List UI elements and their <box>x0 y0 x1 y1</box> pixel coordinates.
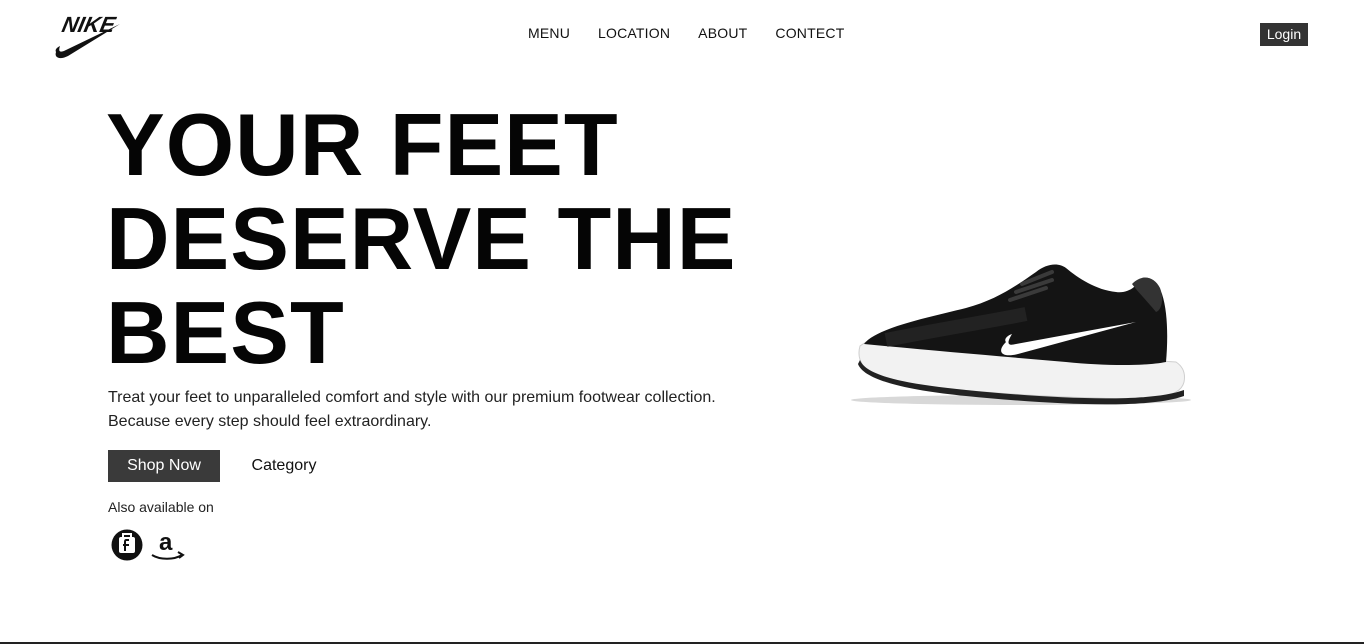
landing-page: NIKE MENU LOCATION ABOUT CONTECT Login Y… <box>0 0 1364 644</box>
nike-logo[interactable]: NIKE <box>54 8 122 60</box>
hero-title-line: BEST <box>106 283 345 382</box>
svg-text:NIKE: NIKE <box>60 12 119 37</box>
shop-now-button[interactable]: Shop Now <box>108 450 220 482</box>
hero-title-line: DESERVE THE <box>106 189 737 288</box>
flipkart-icon <box>111 529 143 561</box>
product-shoe-image <box>846 250 1196 420</box>
nav-item-menu[interactable]: MENU <box>514 25 584 41</box>
nav-item-location[interactable]: LOCATION <box>584 25 684 41</box>
amazon-link[interactable]: a <box>150 528 186 567</box>
also-available-label: Also available on <box>108 499 214 515</box>
hero-description-line: Because every step should feel extraordi… <box>108 413 432 430</box>
nav-item-about[interactable]: ABOUT <box>684 25 761 41</box>
category-button[interactable]: Category <box>236 450 332 482</box>
store-links: a <box>110 528 186 567</box>
nike-swoosh-icon: NIKE <box>55 12 121 59</box>
hero-description-line: Treat your feet to unparalleled comfort … <box>108 389 716 406</box>
running-shoe-icon <box>851 264 1191 405</box>
amazon-icon: a <box>151 529 185 560</box>
hero-title-line: YOUR FEET <box>106 95 619 194</box>
nav-item-contact[interactable]: CONTECT <box>761 25 858 41</box>
flipkart-link[interactable] <box>110 528 144 567</box>
hero-title: YOUR FEET DESERVE THE BEST <box>106 98 786 380</box>
main-nav: MENU LOCATION ABOUT CONTECT <box>514 25 858 41</box>
login-button[interactable]: Login <box>1260 23 1308 46</box>
svg-text:a: a <box>159 529 173 556</box>
hero-description: Treat your feet to unparalleled comfort … <box>108 386 768 434</box>
